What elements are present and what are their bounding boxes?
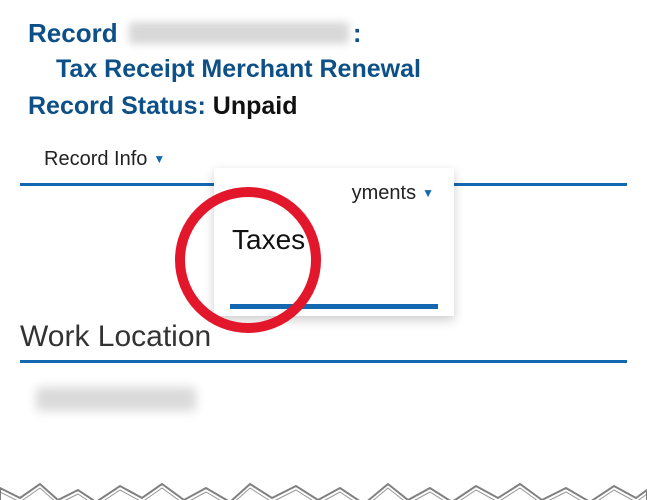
page: Record : Tax Receipt Merchant Renewal Re… xyxy=(0,0,647,500)
record-header: Record : xyxy=(28,18,647,49)
caret-down-icon: ▼ xyxy=(422,186,434,200)
record-label: Record xyxy=(28,18,118,48)
record-number-redacted xyxy=(129,22,349,44)
section-rule xyxy=(20,360,627,363)
tab-record-info[interactable]: Record Info ▼ xyxy=(44,148,165,171)
dropdown-item-taxes[interactable]: Taxes xyxy=(214,218,454,270)
dropdown-underline xyxy=(230,304,438,309)
record-status-label: Record Status: xyxy=(28,92,206,120)
tab-record-info-label: Record Info xyxy=(44,148,147,171)
tab-payments[interactable]: yments ▼ xyxy=(214,168,454,218)
record-subtitle: Tax Receipt Merchant Renewal xyxy=(56,55,647,84)
work-location-redacted xyxy=(36,387,196,411)
record-status-value: Unpaid xyxy=(213,92,298,120)
caret-down-icon: ▼ xyxy=(153,152,165,166)
colon: : xyxy=(353,18,362,48)
tab-payments-label: yments xyxy=(352,182,416,205)
section-work-location-title: Work Location xyxy=(20,320,627,354)
torn-edge-icon xyxy=(0,470,647,500)
record-status: Record Status: Unpaid xyxy=(28,92,647,121)
payments-dropdown: yments ▼ Taxes xyxy=(214,168,454,316)
